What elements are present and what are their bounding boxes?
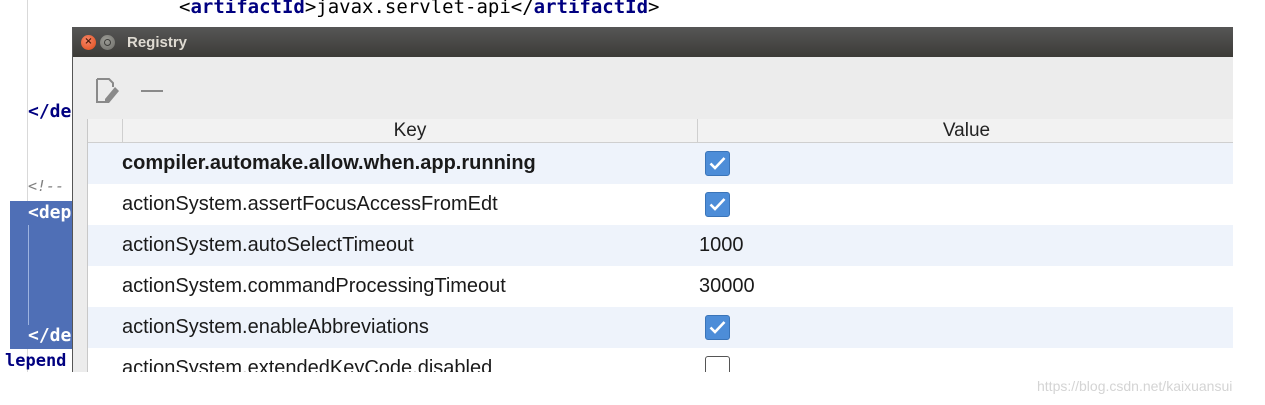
table-row[interactable]: compiler.automake.allow.when.app.running — [88, 143, 1233, 184]
row-key: actionSystem.extendedKeyCode.disabled — [122, 357, 493, 372]
row-key: actionSystem.assertFocusAccessFromEdt — [122, 193, 498, 215]
code-fragment-dependencies: lepend — [5, 351, 67, 371]
indent-guide — [28, 225, 29, 325]
code-fragment-selected-closing: </de — [28, 325, 72, 346]
dialog-titlebar[interactable]: × Registry — [73, 27, 1233, 57]
registry-table: Key Value compiler.automake.allow.when.a… — [87, 119, 1233, 372]
row-key: compiler.automake.allow.when.app.running — [122, 152, 536, 174]
checkmark-icon — [709, 157, 726, 170]
column-header-key[interactable]: Key — [122, 119, 698, 143]
code-fragment-selected-dependency: <dep — [28, 202, 72, 223]
close-button[interactable]: × — [81, 34, 96, 50]
value-checkbox[interactable] — [705, 356, 730, 372]
table-row[interactable]: actionSystem.assertFocusAccessFromEdt — [88, 184, 1233, 225]
row-key: actionSystem.autoSelectTimeout — [122, 234, 414, 256]
code-line-artifact-id: <artifactId>javax.servlet-api</artifactI… — [179, 0, 660, 18]
table-row[interactable]: actionSystem.extendedKeyCode.disabled — [88, 348, 1233, 372]
row-value[interactable]: 1000 — [699, 225, 744, 266]
close-icon: × — [84, 36, 93, 47]
value-checkbox[interactable] — [705, 192, 730, 217]
row-key: actionSystem.enableAbbreviations — [122, 316, 429, 338]
minimize-button[interactable] — [100, 34, 115, 50]
table-row[interactable]: actionSystem.autoSelectTimeout 1000 — [88, 225, 1233, 266]
row-key: actionSystem.commandProcessingTimeout — [122, 275, 506, 297]
registry-toolbar — [73, 57, 1233, 119]
dialog-title: Registry — [127, 33, 188, 51]
table-row[interactable]: actionSystem.commandProcessingTimeout 30… — [88, 266, 1233, 307]
minus-icon[interactable] — [141, 90, 163, 92]
value-checkbox[interactable] — [705, 315, 730, 340]
registry-dialog: × Registry Key Value compiler.automake.a… — [72, 27, 1233, 372]
checkmark-icon — [709, 198, 726, 211]
watermark: https://blog.csdn.net/kaixuansui — [1037, 378, 1233, 394]
code-fragment-closing-dependency: </de — [28, 101, 72, 122]
checkmark-icon — [709, 321, 726, 334]
column-header-value[interactable]: Value — [699, 119, 1233, 143]
table-row[interactable]: actionSystem.enableAbbreviations — [88, 307, 1233, 348]
value-checkbox[interactable] — [705, 151, 730, 176]
table-header: Key Value — [88, 119, 1233, 143]
minimize-icon — [104, 38, 111, 46]
code-fragment-comment: <!-- — [28, 177, 65, 195]
edit-icon[interactable] — [96, 78, 120, 104]
row-value[interactable]: 30000 — [699, 266, 755, 307]
